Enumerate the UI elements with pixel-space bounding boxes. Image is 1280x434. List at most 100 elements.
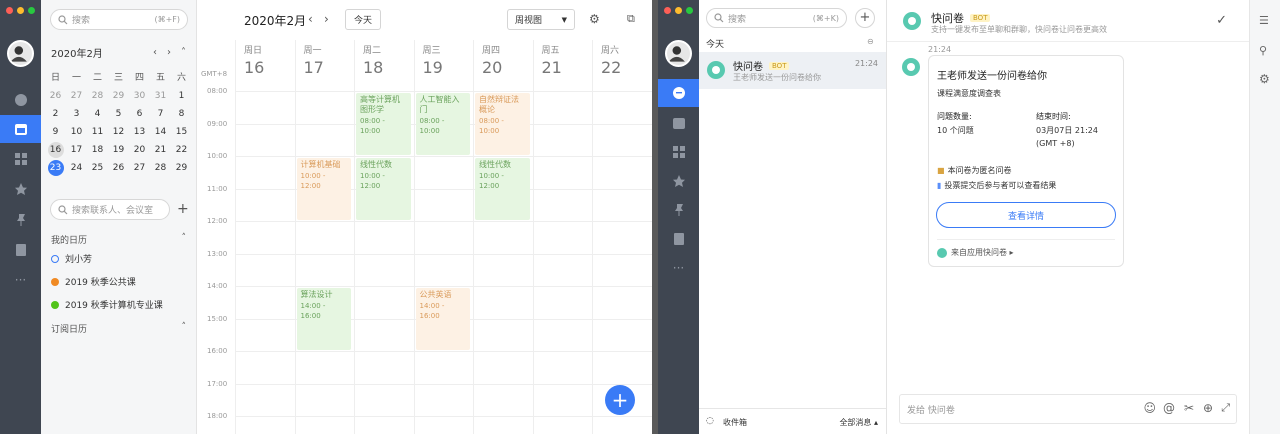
message-input[interactable]: 发给 快问卷 ☺ @ ✂ ⊕ ⤢ (899, 394, 1237, 424)
mini-calendar-day[interactable]: 7 (150, 106, 171, 123)
settings-icon[interactable]: ⚙ (589, 12, 600, 26)
calendar-color-dot[interactable] (51, 300, 59, 309)
calendar-icon[interactable] (0, 115, 41, 143)
add-event-button[interactable]: + (605, 385, 635, 415)
mini-calendar-day[interactable]: 22 (171, 142, 192, 159)
mini-calendar-day[interactable]: 9 (45, 124, 66, 141)
week-grid[interactable]: 高等计算机图形学 08:00 - 10:00 人工智能入门 08:00 - 10:00… (235, 40, 652, 434)
mini-calendar-day[interactable]: 27 (66, 88, 87, 105)
pin-icon[interactable]: ⚲ (1259, 44, 1267, 57)
close-window-button[interactable] (6, 7, 13, 14)
next-week-icon[interactable]: › (324, 12, 329, 26)
doc-icon[interactable] (658, 225, 699, 253)
emoji-icon[interactable]: ☺ (1143, 401, 1156, 415)
mini-calendar-day[interactable]: 31 (150, 88, 171, 105)
calendar-color-dot[interactable] (51, 254, 59, 263)
search-history-icon[interactable]: ☰ (1259, 14, 1269, 27)
calendar-event[interactable]: 公共英语 14:00 - 16:00 (415, 288, 470, 350)
mini-calendar-day[interactable]: 25 (87, 160, 108, 177)
check-icon[interactable]: ✓ (1216, 13, 1227, 28)
doc-icon[interactable] (0, 236, 41, 264)
avatar[interactable] (665, 40, 692, 67)
apps-icon[interactable] (658, 138, 699, 166)
calendar-icon[interactable] (658, 109, 699, 137)
day-header[interactable]: 周日 16 (235, 40, 294, 82)
calendar-event[interactable]: 线性代数 10:00 - 12:00 (475, 158, 530, 220)
mini-calendar-day[interactable]: 27 (129, 160, 150, 177)
mini-calendar-day[interactable]: 18 (87, 142, 108, 159)
contact-search-input[interactable]: 搜索联系人、会议室 (50, 199, 170, 220)
prev-week-icon[interactable]: ‹ (308, 12, 313, 26)
calendar-item[interactable]: 2019 秋季计算机专业课 (51, 298, 163, 311)
plus-circle-icon[interactable]: ⊕ (1203, 401, 1213, 415)
calendar-color-dot[interactable] (51, 277, 59, 286)
mini-calendar-day[interactable]: 24 (66, 160, 87, 177)
mini-calendar-day[interactable]: 2 (45, 106, 66, 123)
day-header[interactable]: 周二 18 (354, 40, 413, 82)
card-source[interactable]: 来自应用快问卷 ▸ (937, 247, 1014, 258)
prev-month-icon[interactable]: ‹ (153, 47, 157, 58)
calendar-event[interactable]: 计算机基础 10:00 - 12:00 (296, 158, 351, 220)
day-header[interactable]: 周一 17 (294, 40, 354, 82)
view-details-button[interactable]: 查看详情 (936, 202, 1116, 228)
view-select[interactable]: 周视图 ▼ (507, 9, 575, 30)
collapse-icon[interactable]: ˄ (181, 47, 186, 58)
avatar[interactable] (7, 40, 34, 67)
mini-calendar-day[interactable]: 3 (66, 106, 87, 123)
mini-calendar-day[interactable]: 26 (108, 160, 129, 177)
collapse-icon[interactable]: ⊖ (867, 37, 874, 46)
share-icon[interactable]: ⧉ (627, 12, 635, 26)
collapse-icon[interactable]: ˄ (182, 233, 187, 246)
mini-calendar-day[interactable]: 16 (45, 142, 66, 159)
day-header[interactable]: 周四 20 (473, 40, 532, 82)
expand-icon[interactable]: ⤢ (1221, 401, 1230, 415)
calendar-item[interactable]: 刘小芳 (51, 252, 92, 265)
conversation-item[interactable]: 快问卷 BOT 21:24 王老师发送一份问卷给你 (699, 52, 886, 89)
mini-calendar-day[interactable]: 5 (108, 106, 129, 123)
messages-icon[interactable] (658, 79, 699, 107)
mini-calendar-day[interactable]: 30 (129, 88, 150, 105)
mini-calendar-day[interactable]: 20 (129, 142, 150, 159)
mini-calendar-day[interactable]: 17 (66, 142, 87, 159)
calendar-event[interactable]: 高等计算机图形学 08:00 - 10:00 (356, 93, 411, 155)
minimize-window-button[interactable] (17, 7, 24, 14)
calendar-event[interactable]: 算法设计 14:00 - 16:00 (296, 288, 351, 350)
close-window-button[interactable] (664, 7, 671, 14)
mini-calendar-day[interactable]: 29 (108, 88, 129, 105)
mini-calendar-day[interactable]: 15 (171, 124, 192, 141)
collapse-icon[interactable]: ˄ (182, 322, 187, 335)
today-button[interactable]: 今天 (345, 9, 381, 30)
subscribed-calendars-header[interactable]: 订阅日历 ˄ (51, 322, 186, 335)
next-month-icon[interactable]: › (167, 47, 171, 58)
pin-icon[interactable] (658, 196, 699, 224)
mini-calendar-day[interactable]: 23 (45, 160, 66, 177)
mini-calendar-day[interactable]: 14 (150, 124, 171, 141)
mention-icon[interactable]: @ (1163, 401, 1175, 415)
calendar-event[interactable]: 人工智能入门 08:00 - 10:00 (415, 93, 470, 155)
apps-icon[interactable] (0, 145, 41, 173)
star-icon[interactable] (658, 167, 699, 195)
mini-calendar-day[interactable]: 28 (150, 160, 171, 177)
star-icon[interactable] (0, 175, 41, 203)
all-messages-filter[interactable]: 全部消息 ▴ (839, 417, 878, 428)
calendar-event[interactable]: 自然辩证法概论 08:00 - 10:00 (475, 93, 530, 155)
mini-calendar-day[interactable]: 28 (87, 88, 108, 105)
my-calendars-header[interactable]: 我的日历 ˄ (51, 233, 186, 246)
minimize-window-button[interactable] (675, 7, 682, 14)
add-icon[interactable]: + (177, 201, 189, 217)
day-header[interactable]: 周六 22 (592, 40, 651, 82)
mini-calendar-day[interactable]: 1 (171, 88, 192, 105)
mini-calendar-day[interactable]: 8 (171, 106, 192, 123)
more-icon[interactable]: ··· (0, 266, 41, 294)
inbox-label[interactable]: 收件箱 (723, 417, 747, 428)
search-input[interactable]: 搜索 (⌘+K) (706, 8, 847, 28)
mini-calendar-day[interactable]: 4 (87, 106, 108, 123)
mini-calendar-day[interactable]: 10 (66, 124, 87, 141)
mini-calendar-day[interactable]: 13 (129, 124, 150, 141)
inbox-icon[interactable]: ◌ (706, 416, 714, 426)
scissors-icon[interactable]: ✂ (1184, 401, 1194, 415)
mini-calendar-day[interactable]: 19 (108, 142, 129, 159)
mini-calendar-day[interactable]: 21 (150, 142, 171, 159)
more-icon[interactable]: ··· (658, 254, 699, 282)
mini-calendar-day[interactable]: 26 (45, 88, 66, 105)
